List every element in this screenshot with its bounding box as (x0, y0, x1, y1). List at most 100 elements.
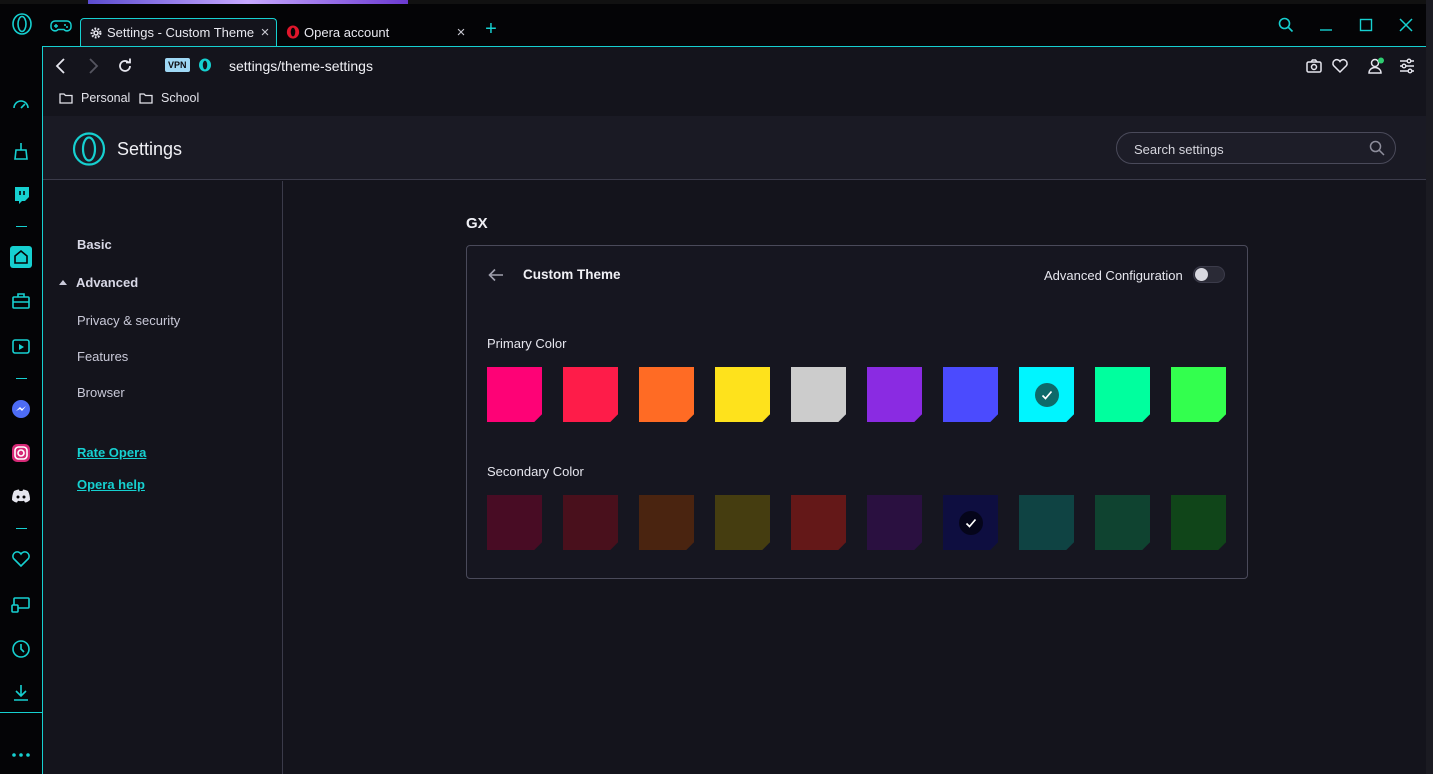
settings-nav: Basic Advanced Privacy & security Featur… (43, 181, 283, 774)
primary-color-swatch[interactable] (791, 367, 846, 422)
gamepad-icon[interactable] (50, 18, 72, 34)
discord-icon[interactable] (10, 486, 32, 508)
tab-title: Opera account (304, 24, 390, 40)
secondary-color-swatch[interactable] (867, 495, 922, 550)
primary-color-swatch[interactable] (563, 367, 618, 422)
reload-icon[interactable] (115, 56, 135, 76)
primary-color-swatch[interactable] (1171, 367, 1226, 422)
secondary-color-swatch[interactable] (791, 495, 846, 550)
secondary-color-swatch[interactable] (487, 495, 542, 550)
card-title: Custom Theme (523, 267, 621, 282)
new-tab-button[interactable]: + (482, 18, 500, 40)
folder-icon (139, 93, 153, 104)
page-title: Settings (117, 139, 183, 159)
rate-opera-link[interactable]: Rate Opera (77, 445, 146, 460)
vpn-badge[interactable]: VPN (165, 58, 190, 72)
section-title: GX (466, 215, 488, 232)
secondary-color-swatch[interactable] (943, 495, 998, 550)
tab-title: Settings - Custom Theme (107, 25, 254, 40)
sidebar-separator (16, 528, 27, 529)
primary-color-swatch[interactable] (943, 367, 998, 422)
search-icon[interactable] (1369, 140, 1385, 156)
tab-opera-account[interactable]: Opera account × (280, 18, 472, 46)
opera-menu-icon[interactable] (10, 12, 34, 36)
opera-gx-logo-icon (72, 132, 106, 166)
gx-sidebar (0, 46, 43, 774)
flow-icon[interactable] (10, 594, 32, 616)
address-url[interactable]: settings/theme-settings (229, 58, 373, 74)
sidebar-separator (16, 378, 27, 379)
caret-up-icon[interactable] (59, 280, 67, 285)
history-icon[interactable] (10, 638, 32, 660)
back-arrow-icon[interactable] (487, 266, 505, 284)
account-icon[interactable] (1367, 57, 1385, 75)
minimize-icon[interactable] (1314, 14, 1338, 36)
heart-icon[interactable] (10, 548, 32, 570)
navigation-bar: VPN settings/theme-settings (43, 46, 1426, 84)
advanced-configuration-label: Advanced Configuration (1044, 268, 1183, 283)
secondary-color-swatch[interactable] (715, 495, 770, 550)
toggle-knob (1195, 268, 1208, 281)
primary-color-swatch[interactable] (487, 367, 542, 422)
bookmark-folder-school[interactable]: School (139, 91, 199, 105)
browser-window: Settings - Custom Theme × Opera account … (0, 4, 1426, 774)
home-icon[interactable] (10, 246, 32, 268)
search-input[interactable] (1134, 140, 1354, 158)
primary-color-swatch[interactable] (1095, 367, 1150, 422)
secondary-color-swatch[interactable] (1095, 495, 1150, 550)
primary-color-swatch[interactable] (639, 367, 694, 422)
close-window-icon[interactable] (1394, 14, 1418, 36)
easy-setup-icon[interactable] (1398, 57, 1416, 75)
title-bar: Settings - Custom Theme × Opera account … (0, 4, 1426, 46)
advanced-configuration-toggle[interactable] (1193, 266, 1225, 283)
player-icon[interactable] (10, 336, 32, 358)
tab-close-button[interactable]: × (450, 22, 472, 42)
messenger-icon[interactable] (10, 398, 32, 420)
sidebar-separator (16, 226, 27, 227)
maximize-icon[interactable] (1354, 14, 1378, 36)
bookmark-label: School (161, 91, 200, 105)
custom-theme-card: Custom Theme Advanced Configuration Prim… (466, 245, 1248, 579)
back-icon[interactable] (51, 56, 71, 76)
desktop-right-edge (1426, 0, 1433, 774)
sidebar-bottom-divider (0, 712, 43, 713)
gear-icon (90, 27, 102, 38)
snapshot-icon[interactable] (1305, 57, 1323, 75)
secondary-color-swatch[interactable] (563, 495, 618, 550)
checkmark-icon (958, 510, 983, 535)
search-tabs-icon[interactable] (1274, 14, 1298, 36)
more-icon[interactable] (10, 744, 32, 766)
secondary-color-swatch[interactable] (1019, 495, 1074, 550)
settings-header: Settings (43, 116, 1426, 180)
primary-color-swatch[interactable] (715, 367, 770, 422)
folder-icon (59, 93, 73, 104)
instagram-icon[interactable] (10, 442, 32, 464)
nav-basic[interactable]: Basic (77, 237, 112, 252)
bookmark-folder-personal[interactable]: Personal (59, 91, 130, 105)
opera-help-link[interactable]: Opera help (77, 477, 145, 492)
settings-page: Settings Basic Advanced Privacy & securi… (43, 116, 1426, 774)
bookmarks-bar: Personal School (43, 84, 1426, 116)
checkmark-icon (1034, 382, 1059, 407)
bookmark-heart-icon[interactable] (1331, 57, 1349, 75)
primary-color-swatch[interactable] (1019, 367, 1074, 422)
tab-settings-custom-theme[interactable]: Settings - Custom Theme × (80, 18, 277, 46)
primary-color-swatch[interactable] (867, 367, 922, 422)
workspace-icon[interactable] (10, 290, 32, 312)
gx-cleaner-icon[interactable] (10, 140, 32, 162)
nav-features[interactable]: Features (77, 349, 128, 364)
gx-control-icon[interactable] (10, 94, 32, 116)
secondary-color-swatch[interactable] (1171, 495, 1226, 550)
search-settings-box[interactable] (1116, 132, 1396, 164)
forward-icon[interactable] (83, 56, 103, 76)
nav-advanced[interactable]: Advanced (76, 275, 138, 290)
nav-browser[interactable]: Browser (77, 385, 125, 400)
twitch-icon[interactable] (10, 184, 32, 206)
opera-site-icon (199, 58, 211, 72)
downloads-icon[interactable] (10, 682, 32, 704)
nav-privacy-security[interactable]: Privacy & security (77, 313, 180, 328)
tab-close-button[interactable]: × (254, 23, 276, 43)
secondary-color-swatch[interactable] (639, 495, 694, 550)
opera-logo-icon (286, 25, 300, 39)
primary-color-label: Primary Color (487, 336, 567, 351)
